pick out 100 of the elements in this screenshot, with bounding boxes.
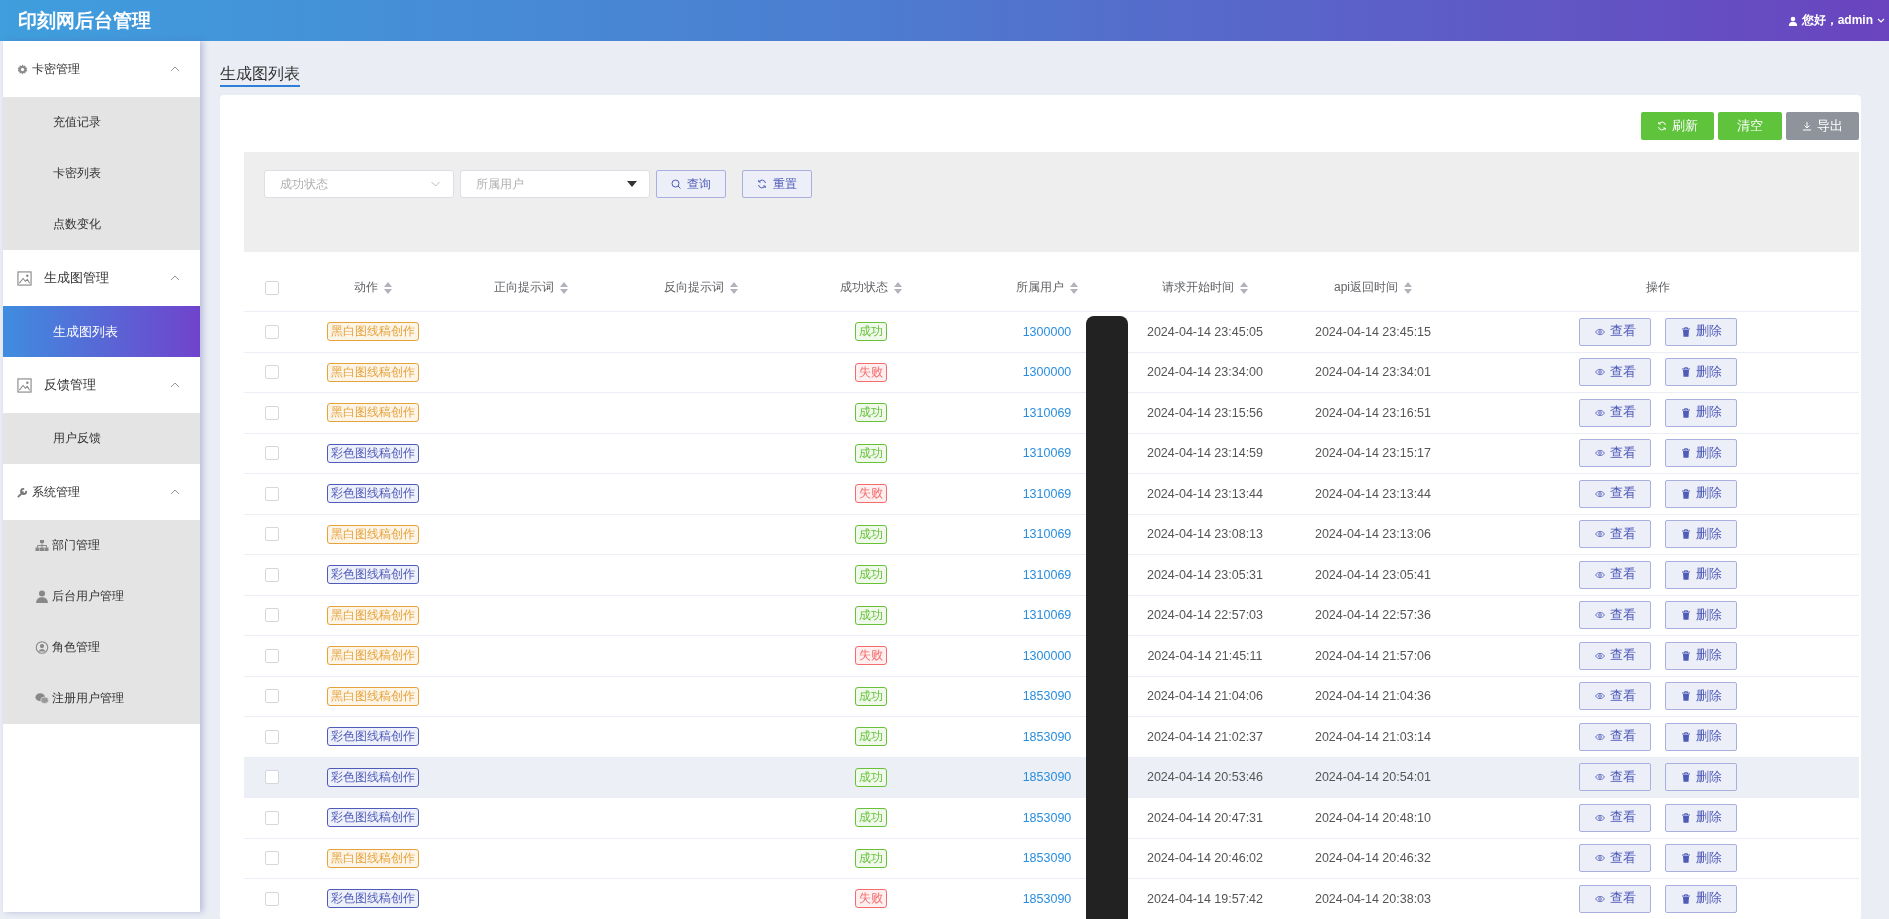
row-checkbox[interactable] (265, 729, 279, 744)
view-button[interactable]: 查看 (1579, 317, 1651, 346)
user-link[interactable]: 1853090 (1022, 891, 1072, 906)
row-checkbox[interactable] (265, 324, 279, 339)
column-header[interactable]: api返回时间 (1334, 279, 1398, 296)
user-link[interactable]: 1310069 (1022, 567, 1072, 582)
view-button[interactable]: 查看 (1579, 601, 1651, 630)
sort-icon[interactable] (560, 281, 568, 294)
row-checkbox[interactable] (265, 770, 279, 785)
column-header[interactable]: 请求开始时间 (1162, 279, 1234, 296)
sidebar-group[interactable]: 卡密管理 (3, 41, 200, 97)
sidebar-item[interactable]: 后台用户管理 (3, 571, 200, 622)
select-all-checkbox[interactable] (265, 280, 279, 295)
delete-button[interactable]: 删除 (1665, 560, 1737, 589)
user-link[interactable]: 1853090 (1022, 851, 1072, 866)
sidebar-group[interactable]: 生成图管理 (3, 250, 200, 306)
table-cell: 2024-04-14 20:53:46 (1146, 770, 1264, 785)
delete-button[interactable]: 删除 (1665, 479, 1737, 508)
view-button[interactable]: 查看 (1579, 641, 1651, 670)
row-checkbox[interactable] (265, 405, 279, 420)
row-checkbox[interactable] (265, 527, 279, 542)
view-button[interactable]: 查看 (1579, 682, 1651, 711)
sidebar-group[interactable]: 系统管理 (3, 464, 200, 520)
user-link[interactable]: 1300000 (1022, 324, 1072, 339)
sort-icon[interactable] (384, 281, 392, 294)
sidebar-item[interactable]: 生成图列表 (3, 306, 200, 357)
view-button[interactable]: 查看 (1579, 439, 1651, 468)
column-header[interactable]: 操作 (1646, 279, 1670, 296)
view-button[interactable]: 查看 (1579, 844, 1651, 873)
user-link[interactable]: 1853090 (1022, 689, 1072, 704)
user-link[interactable]: 1310069 (1022, 486, 1072, 501)
view-button[interactable]: 查看 (1579, 358, 1651, 387)
row-checkbox[interactable] (265, 567, 279, 582)
user-link[interactable]: 1853090 (1022, 810, 1072, 825)
delete-button[interactable]: 删除 (1665, 358, 1737, 387)
column-header[interactable]: 成功状态 (840, 279, 888, 296)
user-link[interactable]: 1310069 (1022, 608, 1072, 623)
column-header[interactable]: 所属用户 (1016, 279, 1064, 296)
caret-down-icon (627, 181, 637, 187)
user-link[interactable]: 1853090 (1022, 770, 1072, 785)
row-checkbox[interactable] (265, 648, 279, 663)
view-button[interactable]: 查看 (1579, 479, 1651, 508)
sort-icon[interactable] (1240, 281, 1248, 294)
eye-icon (1594, 691, 1605, 702)
view-button[interactable]: 查看 (1579, 520, 1651, 549)
view-button[interactable]: 查看 (1579, 722, 1651, 751)
view-button[interactable]: 查看 (1579, 884, 1651, 913)
sort-icon[interactable] (1070, 281, 1078, 294)
column-header[interactable]: 反向提示词 (664, 279, 724, 296)
sort-icon[interactable] (1404, 281, 1412, 294)
delete-button[interactable]: 删除 (1665, 682, 1737, 711)
sidebar-item[interactable]: 部门管理 (3, 520, 200, 571)
user-link[interactable]: 1300000 (1022, 648, 1072, 663)
view-button[interactable]: 查看 (1579, 560, 1651, 589)
delete-button[interactable]: 删除 (1665, 641, 1737, 670)
view-button[interactable]: 查看 (1579, 398, 1651, 427)
toolbar-button[interactable]: 导出 (1786, 112, 1859, 140)
sort-icon[interactable] (730, 281, 738, 294)
delete-button[interactable]: 删除 (1665, 398, 1737, 427)
column-header[interactable]: 正向提示词 (494, 279, 554, 296)
filter-button[interactable]: 查询 (656, 170, 726, 198)
row-checkbox[interactable] (265, 446, 279, 461)
delete-button[interactable]: 删除 (1665, 601, 1737, 630)
view-button[interactable]: 查看 (1579, 803, 1651, 832)
sort-icon[interactable] (894, 281, 902, 294)
row-checkbox[interactable] (265, 810, 279, 825)
sidebar-item[interactable]: 卡密列表 (3, 148, 200, 199)
delete-button[interactable]: 删除 (1665, 844, 1737, 873)
column-header[interactable]: 动作 (354, 279, 378, 296)
row-checkbox[interactable] (265, 689, 279, 704)
user-menu[interactable]: 您好，admin (1787, 12, 1885, 29)
sidebar-item[interactable]: 用户反馈 (3, 413, 200, 464)
delete-button[interactable]: 删除 (1665, 317, 1737, 346)
delete-button[interactable]: 删除 (1665, 884, 1737, 913)
row-checkbox[interactable] (265, 891, 279, 906)
view-button[interactable]: 查看 (1579, 763, 1651, 792)
user-link[interactable]: 1310069 (1022, 446, 1072, 461)
delete-button[interactable]: 删除 (1665, 439, 1737, 468)
delete-button[interactable]: 删除 (1665, 763, 1737, 792)
delete-button[interactable]: 删除 (1665, 722, 1737, 751)
row-checkbox[interactable] (265, 365, 279, 380)
sidebar-item[interactable]: 充值记录 (3, 97, 200, 148)
sidebar-group[interactable]: 反馈管理 (3, 357, 200, 413)
table-cell: 2024-04-14 23:45:05 (1146, 324, 1264, 339)
row-checkbox[interactable] (265, 608, 279, 623)
sidebar-item[interactable]: 点数变化 (3, 199, 200, 250)
user-link[interactable]: 1300000 (1022, 365, 1072, 380)
delete-button[interactable]: 删除 (1665, 803, 1737, 832)
trash-icon (1680, 326, 1691, 337)
sidebar-item[interactable]: 角色管理 (3, 622, 200, 673)
user-link[interactable]: 1310069 (1022, 527, 1072, 542)
delete-button[interactable]: 删除 (1665, 520, 1737, 549)
filter-button[interactable]: 重置 (742, 170, 812, 198)
table-row[interactable]: 彩色图线稿创作 成功 1853090 2024-04-14 20:53:46 2024-04-14 20:54:01 查看 删除 (244, 757, 1859, 798)
user-link[interactable]: 1853090 (1022, 729, 1072, 744)
user-link[interactable]: 1310069 (1022, 405, 1072, 420)
row-checkbox[interactable] (265, 486, 279, 501)
sidebar-item[interactable]: 注册用户管理 (3, 673, 200, 724)
page-tab[interactable]: 生成图列表 (220, 65, 300, 87)
row-checkbox[interactable] (265, 851, 279, 866)
